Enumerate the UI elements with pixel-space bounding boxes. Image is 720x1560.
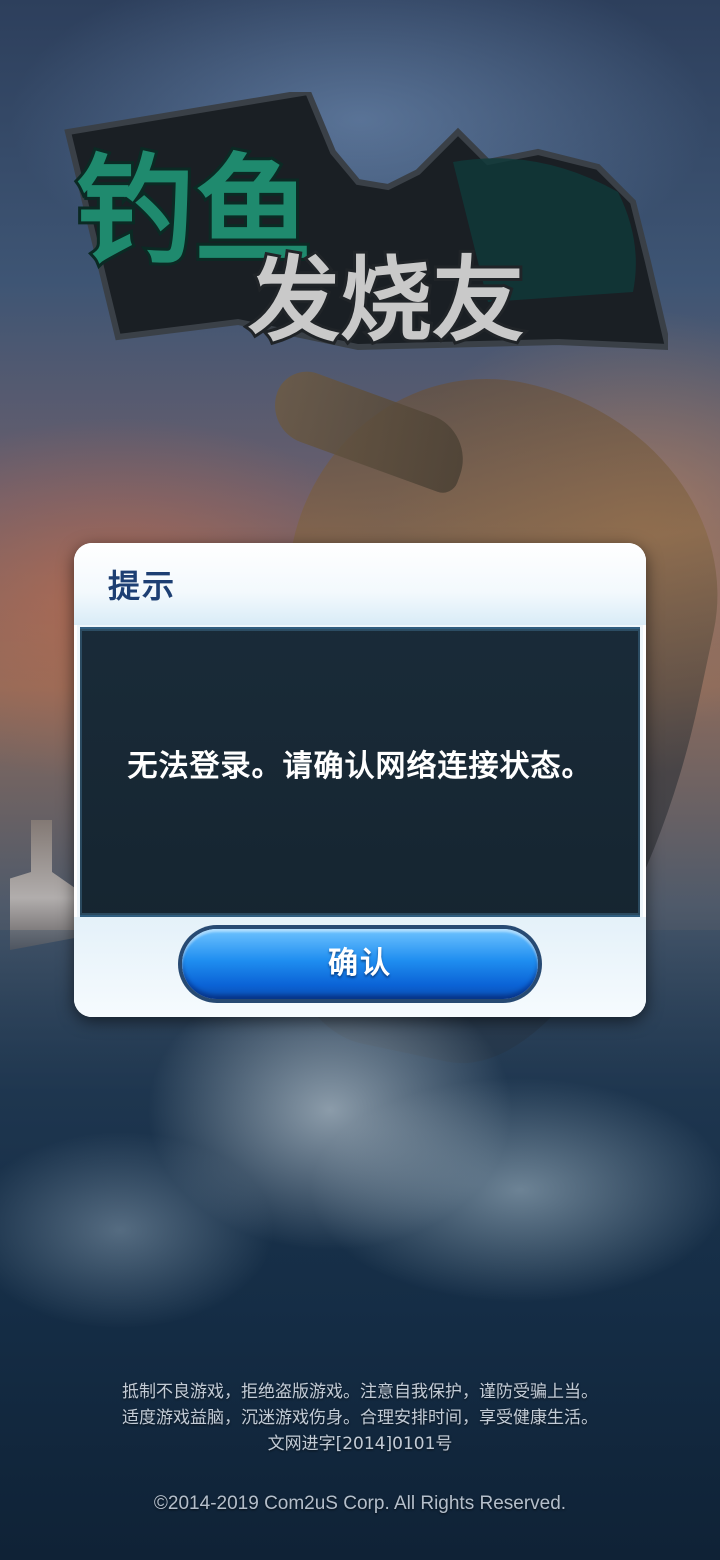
confirm-button[interactable]: 确认	[182, 929, 538, 999]
dialog-title: 提示	[108, 567, 177, 605]
dialog-footer: 确认	[74, 917, 646, 1017]
sea-splash-background	[0, 930, 720, 1560]
game-logo: 钓鱼 发烧友	[58, 92, 668, 354]
dialog-header: 提示	[74, 543, 646, 625]
alert-dialog: 提示 无法登录。请确认网络连接状态。 确认	[74, 543, 646, 1017]
health-notice-line2: 适度游戏益脑，沉迷游戏伤身。合理安排时间，享受健康生活。	[122, 1408, 598, 1428]
health-notice-line1: 抵制不良游戏，拒绝盗版游戏。注意自我保护，谨防受骗上当。	[122, 1382, 598, 1402]
license-number: 文网进字[2014]0101号	[267, 1434, 453, 1454]
dialog-message: 无法登录。请确认网络连接状态。	[127, 749, 593, 784]
dialog-body: 无法登录。请确认网络连接状态。	[80, 627, 640, 917]
copyright-text: ©2014-2019 Com2uS Corp. All Rights Reser…	[153, 1493, 567, 1514]
game-screen: 钓鱼 发烧友 提示 无法登录。请确认网络连接状态。 确认 抵制不良游戏，拒绝盗版…	[0, 0, 720, 1560]
logo-line2-text: 发烧友	[248, 247, 524, 354]
